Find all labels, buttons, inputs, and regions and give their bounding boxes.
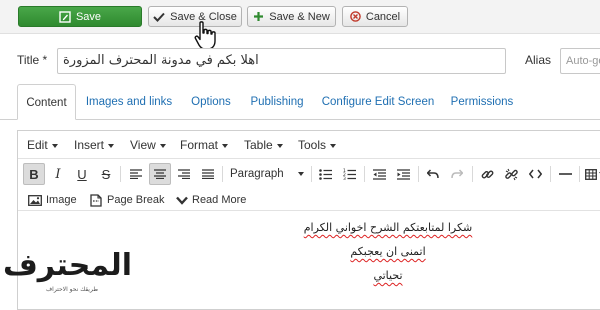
insert-link-button[interactable] [476,163,498,185]
content-line: اتمنى ان يعجبكم [350,245,426,258]
title-input-value: اهلا بكم في مدونة المحترف المزورة [63,53,259,68]
unlink-icon [504,168,518,180]
underline-button[interactable]: U [71,163,93,185]
strikethrough-button[interactable]: S [95,163,117,185]
alias-input[interactable]: Auto-gen [560,48,600,74]
table-icon [585,168,597,180]
align-right-icon [178,169,190,179]
insert-image-button[interactable]: Image [28,191,77,209]
paragraph-format-value: Paragraph [230,168,284,180]
menu-format[interactable]: Format [180,131,229,159]
cancel-circle-icon [350,11,361,22]
indent-button[interactable] [392,163,414,185]
save-button[interactable]: Save [18,6,142,27]
tab-bar: Content Images and links Options Publish… [0,84,600,120]
site-logo: المحترف طريقك نحو الاحتراف [2,248,136,300]
horizontal-rule-button[interactable] [554,163,576,185]
tab-images-and-links[interactable]: Images and links [83,84,175,120]
tab-content[interactable]: Content [17,84,76,120]
chevron-down-icon [276,143,283,148]
indent-icon [396,168,410,180]
read-more-icon [176,196,188,205]
tab-permissions[interactable]: Permissions [447,84,517,120]
redo-icon [451,169,463,179]
align-left-button[interactable] [125,163,147,185]
save-new-button[interactable]: Save & New [247,6,336,27]
chevron-down-icon [330,143,337,148]
bullet-list-button[interactable] [314,163,336,185]
code-icon [528,169,542,179]
read-more-label: Read More [192,194,247,206]
numbered-list-icon: 123 [343,168,356,180]
page-break-button[interactable]: Page Break [90,191,164,209]
italic-button[interactable]: I [47,163,69,185]
menu-edit[interactable]: Edit [27,131,58,159]
undo-button[interactable] [422,163,444,185]
chevron-down-icon [51,143,58,148]
paragraph-format-select[interactable]: Paragraph [226,163,308,185]
bold-icon: B [29,166,39,182]
undo-icon [427,169,439,179]
chevron-down-icon [108,143,115,148]
cancel-button-label: Cancel [365,10,401,23]
tab-configure-edit-screen[interactable]: Configure Edit Screen [319,84,437,120]
logo-word: المحترف [2,248,132,283]
chevron-down-icon [159,143,166,148]
menu-table[interactable]: Table [244,131,283,159]
outdent-button[interactable] [368,163,390,185]
content-line: شكرا لمتابعتكم الشرح اخواني الكرام [303,221,473,234]
format-toolbar: B I U S Paragraph 123 [18,159,600,189]
title-label: Title * [17,53,48,67]
edit-icon [59,10,71,23]
underline-icon: U [77,166,87,182]
chevron-down-icon [298,172,304,176]
align-left-icon [130,169,142,179]
svg-text:3: 3 [343,176,346,180]
bold-button[interactable]: B [23,163,45,185]
logo-tagline: طريقك نحو الاحتراف [45,286,99,293]
menu-tools[interactable]: Tools [298,131,337,159]
bullet-list-icon [318,168,332,180]
alias-placeholder: Auto-gen [566,55,600,67]
action-toolbar: Save Save & Close Save & New Cancel [0,0,600,34]
outdent-icon [372,168,386,180]
align-center-button[interactable] [149,163,171,185]
tab-options[interactable]: Options [187,84,235,120]
tab-publishing[interactable]: Publishing [247,84,307,120]
check-icon [153,12,165,22]
editor-menubar: Edit Insert View Format Table Tools [18,131,600,159]
alias-label: Alias [525,53,552,67]
cancel-button[interactable]: Cancel [342,6,408,27]
title-input[interactable]: اهلا بكم في مدونة المحترف المزورة [57,48,506,74]
save-button-label: Save [75,10,102,23]
italic-icon: I [55,166,61,182]
menu-view[interactable]: View [130,131,166,159]
save-new-button-label: Save & New [269,10,330,23]
horizontal-rule-icon [558,173,572,175]
plus-icon [253,11,264,22]
align-right-button[interactable] [173,163,195,185]
page-break-icon [90,193,102,207]
image-icon [28,194,42,206]
unlink-button[interactable] [500,163,522,185]
insert-image-label: Image [46,194,77,206]
align-justify-button[interactable] [197,163,219,185]
numbered-list-button[interactable]: 123 [338,163,360,185]
insert-toolbar: Image Page Break Read More [18,189,600,211]
redo-button[interactable] [446,163,468,185]
page-break-label: Page Break [107,194,165,206]
strikethrough-icon: S [101,166,111,182]
link-icon [481,170,493,178]
content-line: تحياتي [373,269,403,282]
table-button[interactable] [581,163,600,185]
menu-insert[interactable]: Insert [74,131,115,159]
chevron-down-icon [222,143,229,148]
align-center-icon [154,169,166,179]
read-more-button[interactable]: Read More [176,191,246,209]
code-button[interactable] [524,163,546,185]
align-justify-icon [202,169,214,179]
